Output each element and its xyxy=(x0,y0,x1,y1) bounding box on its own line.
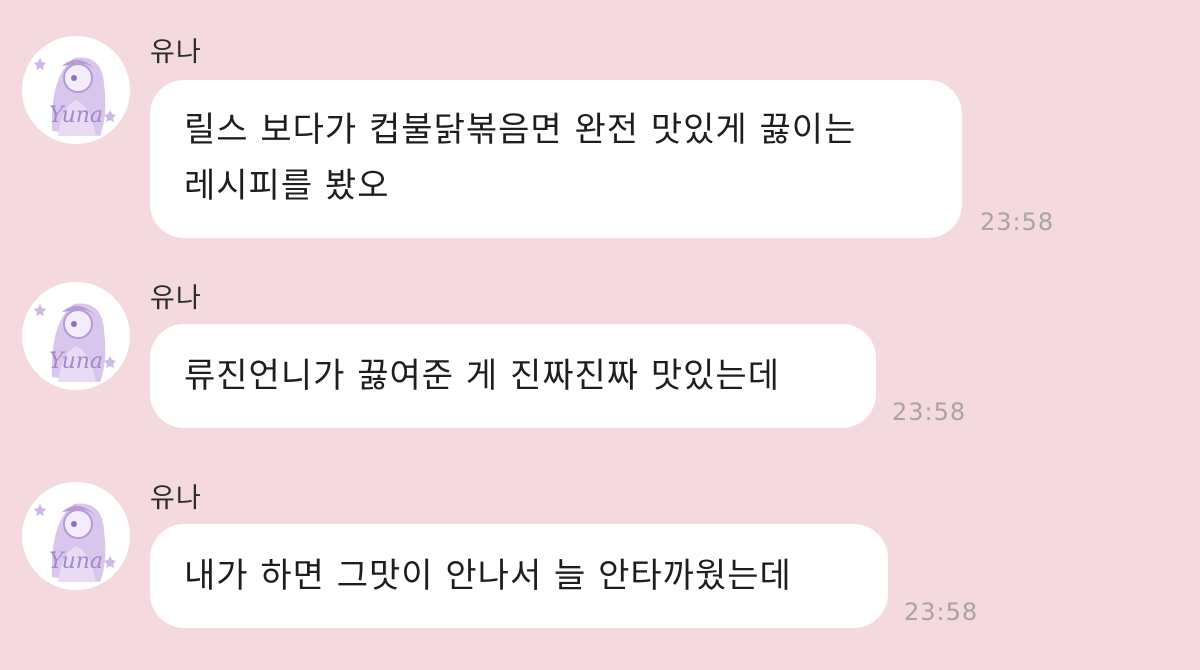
message-text-line: 류진언니가 끓여준 게 진짜진짜 맛있는데 xyxy=(184,356,780,396)
message-timestamp: 23:58 xyxy=(980,208,1055,236)
message-timestamp: 23:58 xyxy=(892,398,967,426)
message-timestamp: 23:58 xyxy=(904,598,979,626)
message-bubble[interactable]: 류진언니가 끓여준 게 진짜진짜 맛있는데 xyxy=(150,324,876,428)
sender-name: 유나 xyxy=(150,483,202,514)
avatar-logo-text: Yuna xyxy=(49,349,103,374)
message-bubble[interactable]: 릴스 보다가 컵불닭볶음면 완전 맛있게 끓이는 레시피를 봤오 xyxy=(150,80,962,238)
yuna-avatar-icon: Yuna xyxy=(22,36,130,144)
message-text-line: 레시피를 봤오 xyxy=(184,166,390,206)
avatar[interactable]: Yuna xyxy=(22,482,130,590)
avatar[interactable]: Yuna xyxy=(22,282,130,390)
message-text-line: 릴스 보다가 컵불닭볶음면 완전 맛있게 끓이는 xyxy=(184,110,857,150)
avatar[interactable]: Yuna xyxy=(22,36,130,144)
yuna-avatar-icon: Yuna xyxy=(22,482,130,590)
message-bubble[interactable]: 내가 하면 그맛이 안나서 늘 안타까웠는데 xyxy=(150,524,888,628)
avatar-logo-text: Yuna xyxy=(49,549,103,574)
yuna-avatar-icon: Yuna xyxy=(22,282,130,390)
message-text-line: 내가 하면 그맛이 안나서 늘 안타까웠는데 xyxy=(184,556,792,596)
sender-name: 유나 xyxy=(150,283,202,314)
avatar-logo-text: Yuna xyxy=(49,103,103,128)
sender-name: 유나 xyxy=(150,37,202,68)
